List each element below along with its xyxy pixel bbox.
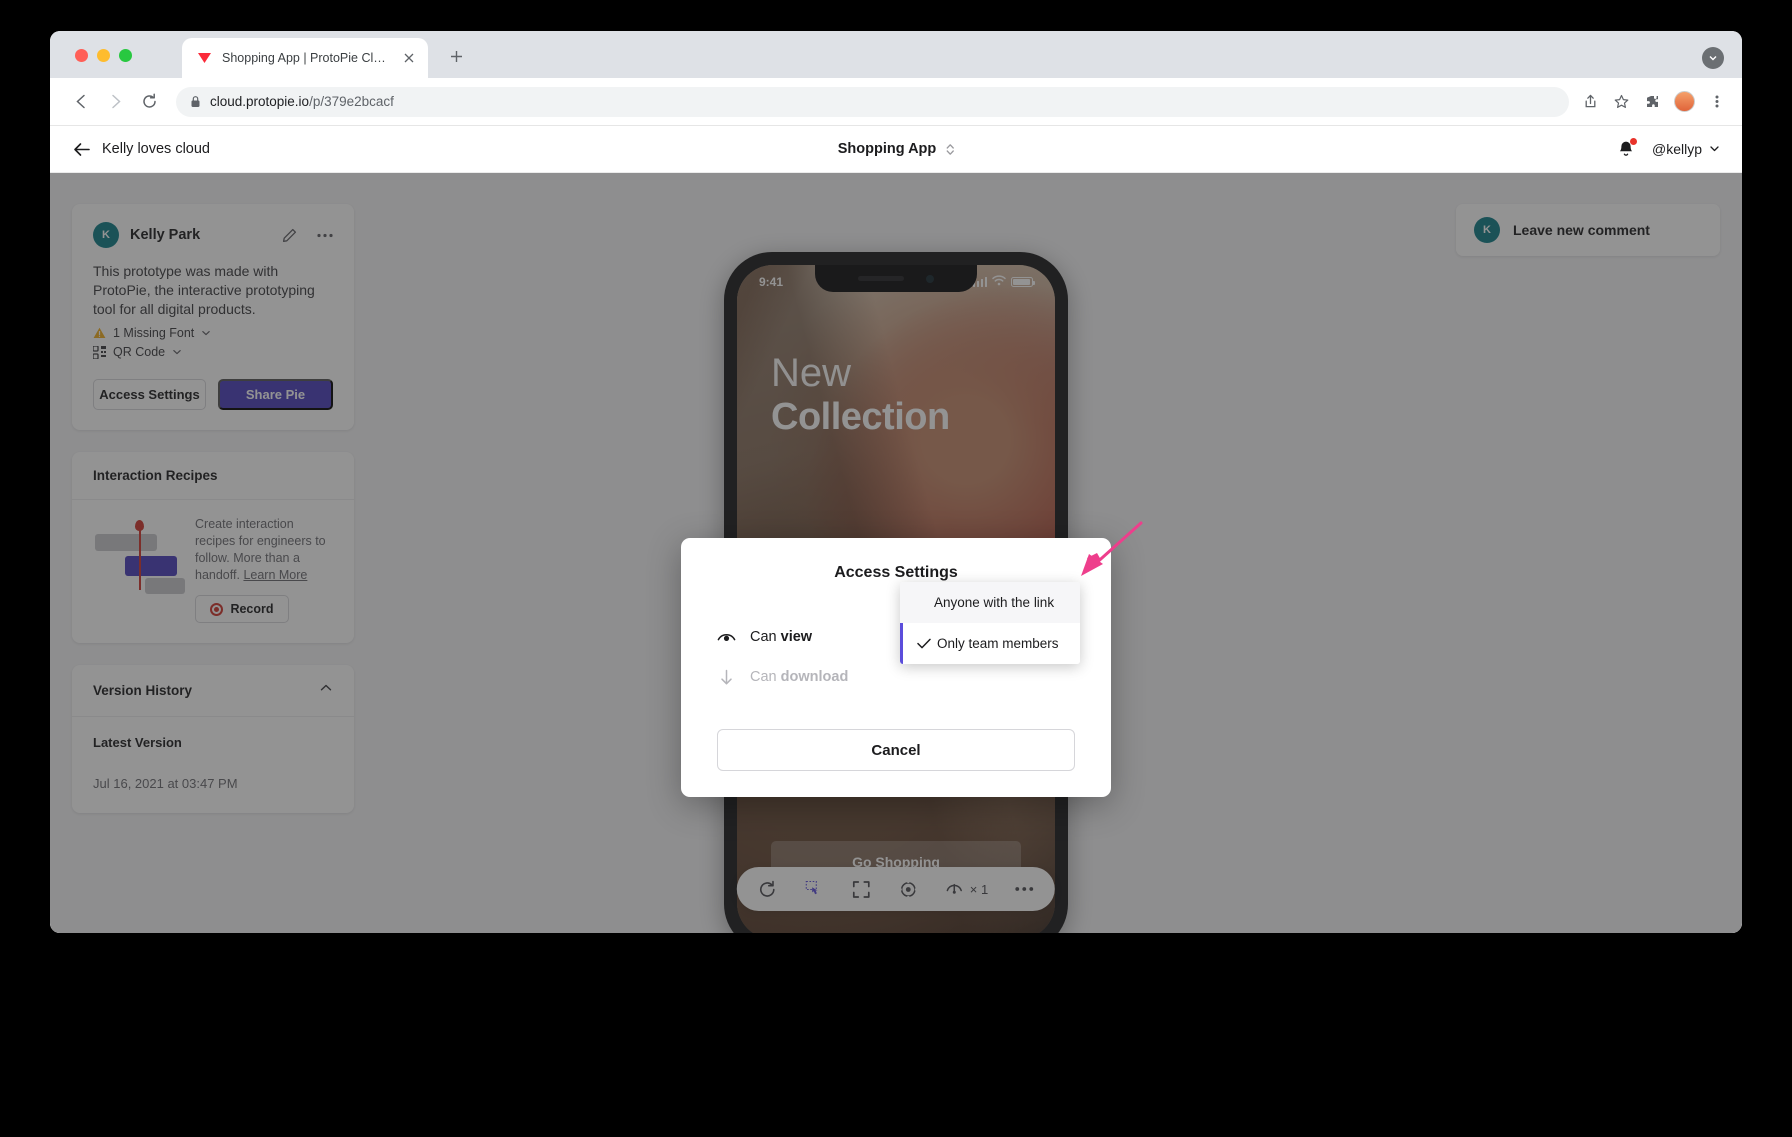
download-arrow-icon xyxy=(717,668,736,687)
chevron-down-circle-icon[interactable] xyxy=(1702,47,1724,69)
minimize-window-button[interactable] xyxy=(97,49,110,62)
eye-icon xyxy=(717,630,736,644)
can-view-strong: view xyxy=(780,629,813,645)
arrow-right-icon[interactable] xyxy=(100,87,130,117)
browser-tab[interactable]: Shopping App | ProtoPie Cloud xyxy=(182,38,428,78)
browser-toolbar-actions xyxy=(1581,91,1726,112)
prototype-title-switcher[interactable]: Shopping App xyxy=(838,141,955,157)
project-name: Kelly loves cloud xyxy=(102,141,210,157)
protopie-logo-icon xyxy=(196,50,213,67)
bell-icon[interactable] xyxy=(1616,138,1637,159)
check-icon xyxy=(917,638,934,649)
app-canvas: K Kelly Park This prototype was made wit… xyxy=(50,173,1742,933)
can-download-label: Can download xyxy=(750,669,1075,685)
user-handle: @kellyp xyxy=(1651,141,1702,157)
protopie-cloud-app: Kelly loves cloud Shopping App @kellyp A… xyxy=(50,126,1742,933)
address-bar[interactable]: cloud.protopie.io/p/379e2bcacf xyxy=(176,86,1569,117)
screenshot-root: Shopping App | ProtoPie Cloud cloud.prot… xyxy=(0,0,1792,1137)
new-tab-button[interactable] xyxy=(442,42,470,70)
back-to-project[interactable]: Kelly loves cloud xyxy=(72,140,210,159)
header-actions: @kellyp xyxy=(1616,138,1720,159)
cancel-button[interactable]: Cancel xyxy=(717,729,1075,771)
dropdown-option-anyone[interactable]: Anyone with the link xyxy=(900,582,1080,623)
can-download-prefix: Can xyxy=(750,669,781,685)
browser-window: Shopping App | ProtoPie Cloud cloud.prot… xyxy=(50,31,1742,933)
profile-avatar[interactable] xyxy=(1674,91,1695,112)
close-window-button[interactable] xyxy=(75,49,88,62)
can-view-prefix: Can xyxy=(750,629,781,645)
close-icon[interactable] xyxy=(400,49,418,67)
maximize-window-button[interactable] xyxy=(119,49,132,62)
dropdown-option-label: Only team members xyxy=(937,636,1059,651)
browser-tab-title: Shopping App | ProtoPie Cloud xyxy=(222,51,391,65)
page-title: Shopping App xyxy=(837,141,937,157)
arrow-left-icon[interactable] xyxy=(66,87,96,117)
share-icon[interactable] xyxy=(1581,92,1600,111)
view-access-dropdown: Anyone with the link Only team members xyxy=(900,582,1080,664)
dialog-title: Access Settings xyxy=(834,564,958,581)
dropdown-option-team[interactable]: Only team members xyxy=(900,623,1080,664)
reload-icon[interactable] xyxy=(134,87,164,117)
menu-kebab-icon[interactable] xyxy=(1707,92,1726,111)
can-download-strong: download xyxy=(780,669,849,685)
app-header: Kelly loves cloud Shopping App @kellyp xyxy=(50,126,1742,173)
notification-badge xyxy=(1629,138,1637,145)
lock-icon xyxy=(190,95,201,108)
chevron-up-down-icon xyxy=(945,143,954,156)
url-path: /p/379e2bcacf xyxy=(309,94,394,109)
user-menu[interactable]: @kellyp xyxy=(1652,141,1720,157)
arrow-left-icon xyxy=(72,140,91,159)
dropdown-option-label: Anyone with the link xyxy=(934,595,1055,610)
window-traffic-lights xyxy=(75,49,132,62)
access-settings-dialog: Access Settings Can view Only team membe… xyxy=(681,538,1111,797)
browser-tab-strip: Shopping App | ProtoPie Cloud xyxy=(50,31,1742,78)
address-bar-url: cloud.protopie.io/p/379e2bcacf xyxy=(210,94,394,109)
chevron-down-icon xyxy=(1709,141,1720,157)
browser-toolbar: cloud.protopie.io/p/379e2bcacf xyxy=(50,78,1742,126)
extensions-icon[interactable] xyxy=(1643,92,1662,111)
url-host: cloud.protopie.io xyxy=(210,94,310,109)
star-icon[interactable] xyxy=(1612,92,1631,111)
